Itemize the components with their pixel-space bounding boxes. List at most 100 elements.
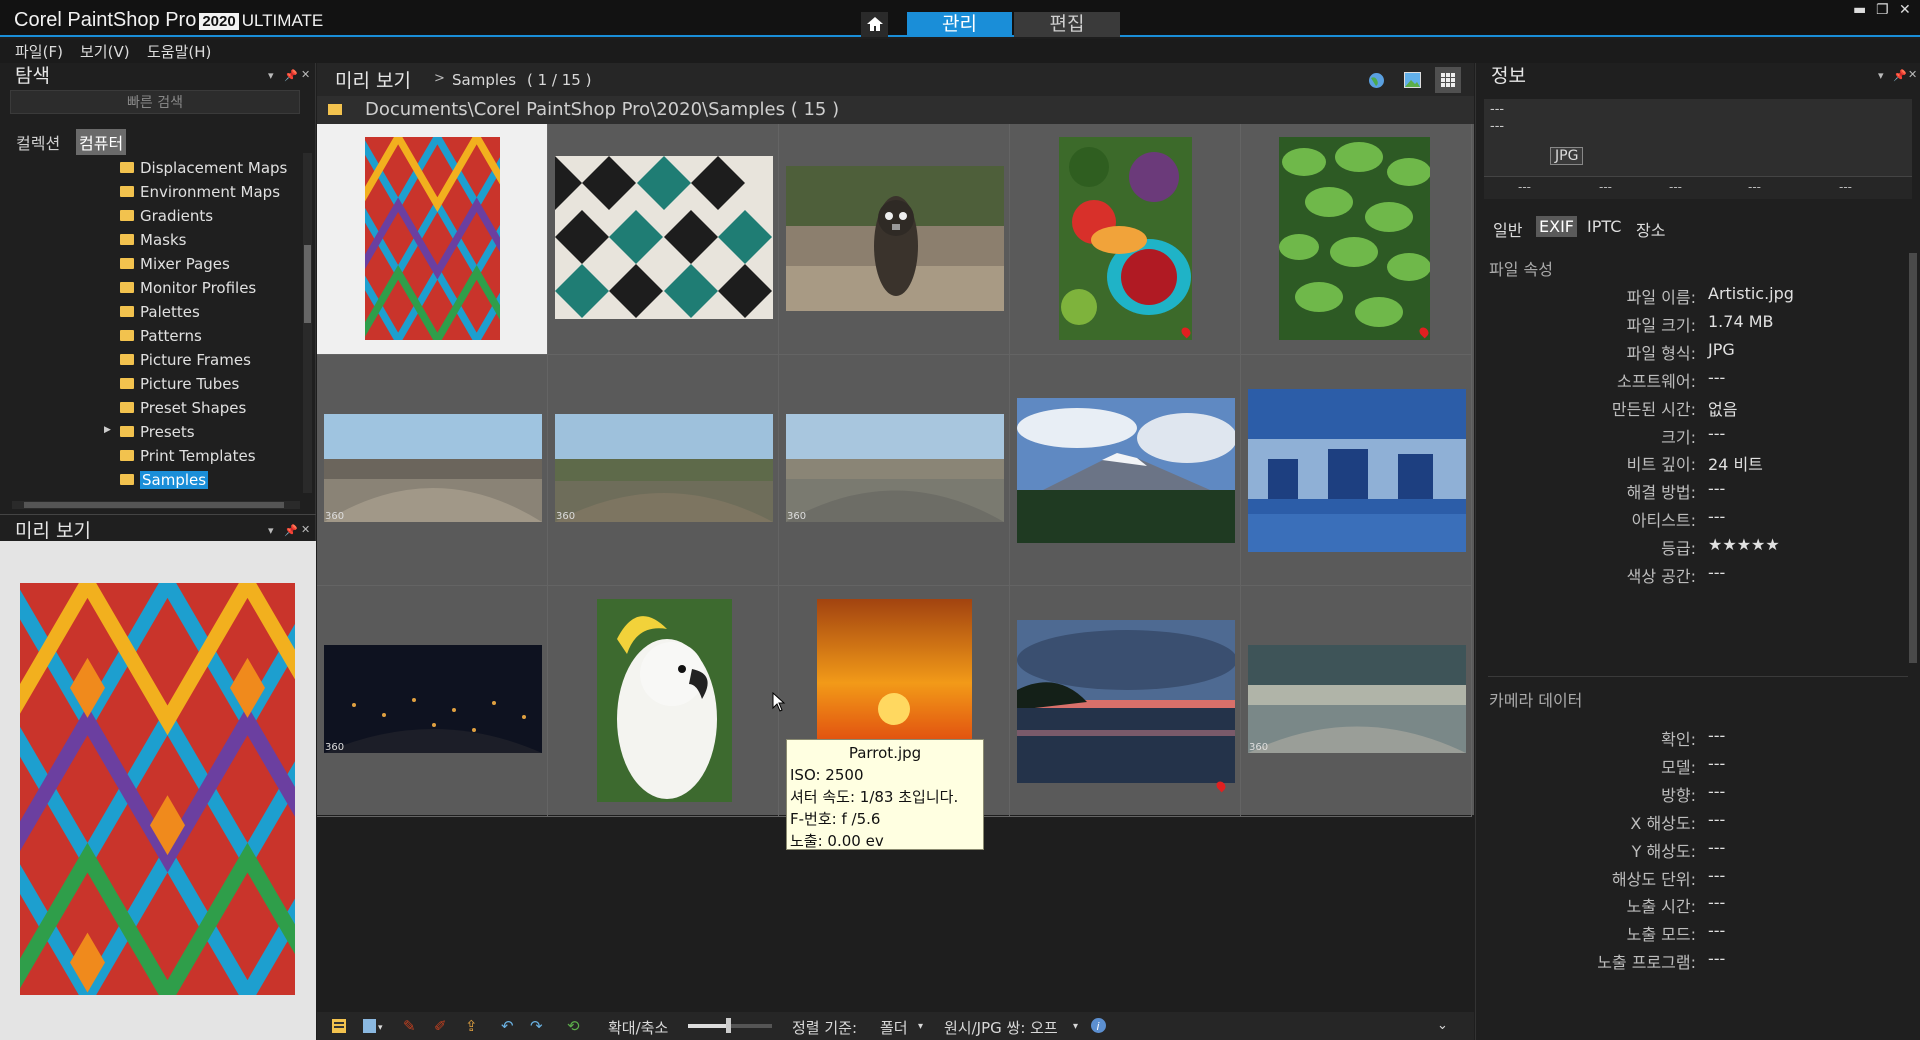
property-label: 해상도 단위: (1611, 869, 1696, 889)
folder-item[interactable]: Patterns (120, 327, 202, 349)
folder-item[interactable]: Presets (120, 423, 195, 445)
tab-exif[interactable]: EXIF (1536, 216, 1577, 237)
close-icon[interactable]: ✕ (1899, 2, 1911, 18)
tab-computer[interactable]: 컴퓨터 (76, 129, 127, 155)
thumbnail-cell[interactable] (548, 124, 779, 355)
breadcrumb[interactable]: Samples (452, 71, 516, 89)
menu-help[interactable]: 도움말(H) (147, 41, 211, 62)
folder-item[interactable]: Displacement Maps (120, 159, 287, 181)
tab-general[interactable]: 일반 (1490, 216, 1525, 242)
photo-fix-icon[interactable]: ⟲ (567, 1017, 580, 1035)
thumbnail-cell[interactable] (1010, 124, 1241, 355)
panel-title-info: 정보 (1491, 65, 1526, 87)
thumbnail-cell[interactable] (1010, 355, 1241, 586)
folder-icon (120, 186, 134, 197)
thumbnail-grid-button[interactable] (1435, 67, 1461, 93)
restore-icon[interactable]: ❐ (1876, 2, 1889, 18)
thumbnail-cell[interactable]: 360 (548, 355, 779, 586)
scroll-thumb[interactable] (304, 245, 311, 323)
panel-menu-icon[interactable]: ▾ (1878, 69, 1884, 82)
pin-icon[interactable]: 📌 (1893, 69, 1907, 82)
thumbnail-cell[interactable]: 360 (779, 355, 1010, 586)
edit-icon[interactable]: ✎ (403, 1017, 416, 1035)
quick-search-input[interactable]: 빠른 검색 (10, 90, 300, 114)
expand-arrow-icon[interactable]: ▶ (104, 425, 111, 435)
tab-iptc[interactable]: IPTC (1584, 216, 1624, 237)
folder-icon (120, 210, 134, 221)
folder-item[interactable]: Palettes (120, 303, 200, 325)
property-label: 해결 방법: (1626, 483, 1696, 503)
zoom-label: 확대/축소 (608, 1019, 669, 1037)
thumbnail-cell[interactable] (548, 586, 779, 817)
panel-close-icon[interactable]: ✕ (301, 523, 310, 536)
panel-toggle-icon[interactable] (331, 1018, 347, 1034)
folder-item[interactable]: Print Templates (120, 447, 256, 469)
property-value: --- (1708, 949, 1726, 969)
info-icon[interactable]: i (1090, 1017, 1107, 1034)
pin-icon[interactable]: 📌 (284, 524, 298, 537)
panel-menu-icon[interactable]: ▾ (268, 69, 274, 82)
folder-item[interactable]: Preset Shapes (120, 399, 246, 421)
brush-icon[interactable]: ✐ (434, 1017, 447, 1035)
folder-item[interactable]: Mixer Pages (120, 255, 230, 277)
thumbnail-image (1279, 137, 1430, 340)
property-value: --- (1708, 809, 1726, 829)
minimize-icon[interactable]: ▬ (1853, 2, 1866, 18)
property-value: ★★★★★ (1708, 535, 1780, 555)
thumbnail-image (555, 156, 773, 319)
bottom-toolbar: ▾ ✎ ✐ ⇪ ↶ ↷ ⟲ 확대/축소 정렬 기준: 폴더 ▾ 원시/JPG 쌍… (317, 1012, 1474, 1040)
property-value: Artistic.jpg (1708, 284, 1794, 303)
thumbnail-cell[interactable] (1241, 124, 1472, 355)
share-icon[interactable]: ⇪ (465, 1017, 478, 1035)
folder-item[interactable]: Gradients (120, 207, 213, 229)
panel-close-icon[interactable]: ✕ (1908, 68, 1917, 81)
globe-icon[interactable] (1368, 72, 1385, 89)
pin-icon[interactable]: 📌 (284, 69, 298, 82)
sort-dropdown[interactable]: 폴더 (880, 1017, 908, 1038)
tab-manage[interactable]: 관리 (907, 12, 1012, 37)
chevron-down-icon[interactable]: ▾ (918, 1021, 923, 1032)
tab-edit[interactable]: 편집 (1014, 12, 1120, 37)
tooltip-shutter: 셔터 속도: 1/83 초입니다. (790, 788, 959, 806)
thumbnail-cell[interactable]: 360 (1241, 586, 1472, 817)
thumbnail-cell[interactable]: 360 (317, 586, 548, 817)
property-label: 방향: (1661, 785, 1696, 805)
tab-collections[interactable]: 컬렉션 (13, 129, 63, 155)
raw-jpg-pair-dropdown[interactable]: 원시/JPG 쌍: 오프 (944, 1017, 1058, 1038)
thumbnail-cell[interactable] (1010, 586, 1241, 817)
thumbnail-cell[interactable]: 360 (317, 355, 548, 586)
horizontal-scrollbar[interactable] (12, 501, 300, 509)
thumbnail-cell[interactable] (779, 124, 1010, 355)
folder-item-selected[interactable]: Samples (120, 471, 209, 493)
folder-item[interactable]: Picture Tubes (120, 375, 239, 397)
navigation-panel: 탐색 ▾ 📌 ✕ 빠른 검색 컬렉션 컴퓨터 Displacement Maps… (0, 63, 316, 1040)
zoom-slider-fill[interactable] (688, 1024, 728, 1028)
home-tab[interactable] (861, 12, 888, 37)
thumbnail-image (817, 599, 972, 739)
thumbnail-cell[interactable] (1241, 355, 1472, 586)
rotate-left-icon[interactable]: ↶ (501, 1017, 514, 1035)
menu-file[interactable]: 파일(F) (15, 41, 63, 62)
zoom-slider-track[interactable] (728, 1024, 772, 1028)
folder-item[interactable]: Picture Frames (120, 351, 251, 373)
folder-item[interactable]: Monitor Profiles (120, 279, 256, 301)
tab-location[interactable]: 장소 (1633, 216, 1668, 242)
thumbnail-image (786, 166, 1004, 311)
menu-view[interactable]: 보기(V) (80, 41, 130, 62)
title-bar: Corel PaintShop Pro 2020 ULTIMATE 관리 편집 ▬ … (0, 0, 1920, 37)
thumbnail-cell[interactable] (317, 124, 548, 355)
folder-item[interactable]: Masks (120, 231, 186, 253)
folder-item[interactable]: Environment Maps (120, 183, 280, 205)
panel-menu-icon[interactable]: ▾ (268, 524, 274, 537)
collapse-chevron-icon[interactable]: ⌄ (1437, 1018, 1448, 1033)
info-scrollbar[interactable] (1909, 253, 1917, 663)
tree-scrollbar[interactable] (303, 153, 312, 493)
image-view-icon[interactable] (1404, 72, 1421, 88)
chevron-down-icon[interactable]: ▾ (1073, 1021, 1078, 1032)
rotate-right-icon[interactable]: ↷ (530, 1017, 543, 1035)
details-view-icon[interactable]: ▾ (362, 1018, 384, 1034)
scroll-thumb[interactable] (24, 502, 284, 508)
browse-title: 미리 보기 (335, 70, 411, 92)
zoom-slider-handle[interactable] (726, 1018, 731, 1033)
panel-close-icon[interactable]: ✕ (301, 68, 310, 81)
